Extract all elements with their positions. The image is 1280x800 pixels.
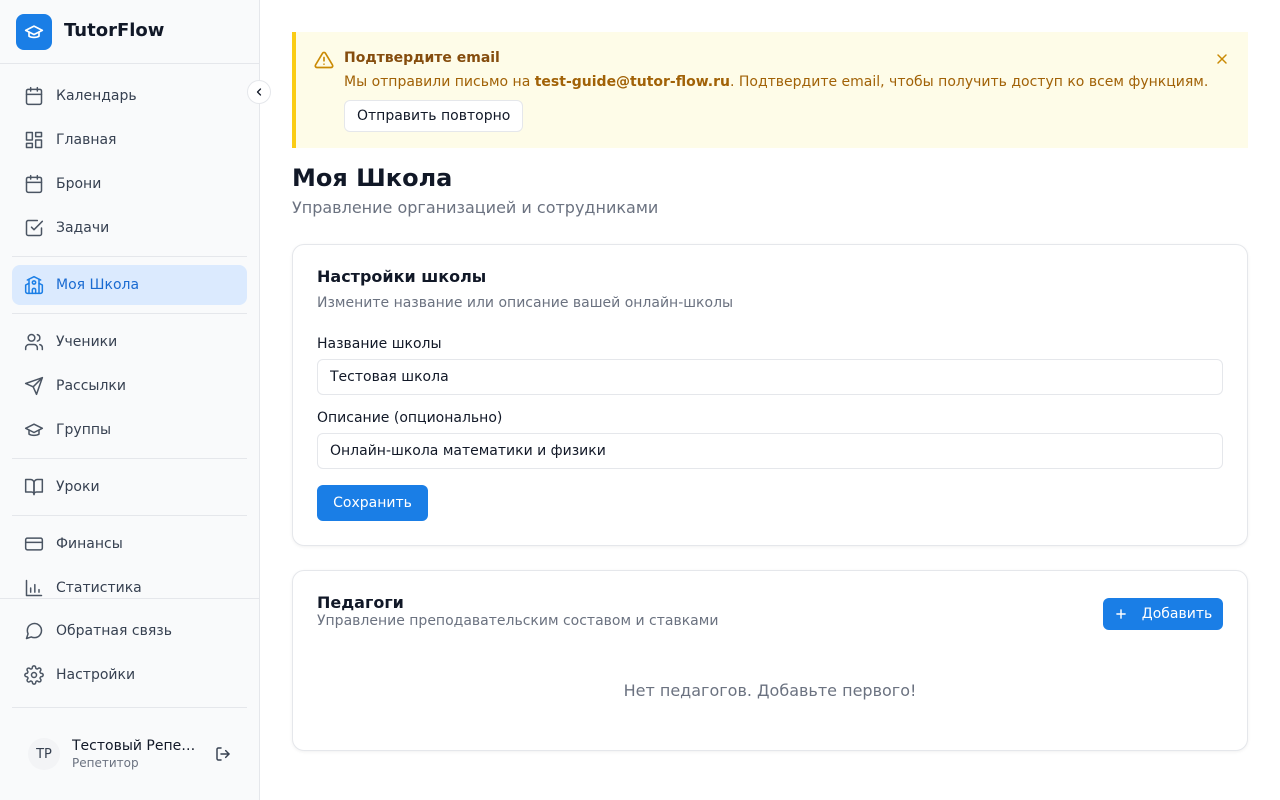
book-icon	[24, 477, 44, 497]
add-teacher-button[interactable]: Добавить	[1103, 598, 1223, 630]
sidebar-item-label: Уроки	[56, 479, 100, 495]
sidebar-item-finance[interactable]: Финансы	[12, 524, 247, 564]
alert-text-after: . Подтвердите email, чтобы получить дост…	[729, 74, 1209, 90]
sidebar-item-feedback[interactable]: Обратная связь	[12, 611, 247, 651]
plus-icon	[1115, 609, 1126, 619]
users-icon	[24, 332, 44, 352]
user-name: Тестовый Репетитор	[72, 738, 196, 754]
page-subtitle: Управление организацией и сотрудниками	[292, 198, 659, 217]
user-role: Репетитор	[72, 756, 139, 770]
checkbox-icon	[24, 218, 44, 238]
sidebar-item-statistics[interactable]: Статистика	[12, 568, 247, 608]
card-title: Педагоги	[317, 593, 404, 612]
sidebar-item-label: Группы	[56, 422, 112, 438]
school-name-label: Название школы	[317, 336, 442, 352]
calendar-icon	[24, 86, 44, 106]
school-description-label: Описание (опционально)	[317, 410, 503, 426]
sidebar-collapse-button[interactable]	[247, 80, 271, 104]
message-circle-icon	[24, 621, 44, 641]
sidebar-item-label: Рассылки	[56, 378, 126, 394]
page-title: Моя Школа	[292, 164, 453, 192]
avatar: ТР	[28, 738, 60, 770]
divider	[12, 313, 247, 314]
warning-icon	[314, 50, 334, 70]
dashboard-icon	[24, 130, 44, 150]
school-icon	[24, 275, 44, 295]
bar-chart-icon	[24, 578, 44, 598]
sidebar-item-label: Статистика	[56, 580, 142, 596]
sidebar-item-my-school[interactable]: Моя Школа	[12, 265, 247, 305]
sidebar-item-tasks[interactable]: Задачи	[12, 208, 247, 248]
card-title: Настройки школы	[317, 267, 487, 286]
divider	[0, 598, 259, 599]
alert-email: test-guide@tutor-flow.ru	[534, 74, 730, 90]
close-icon	[1217, 54, 1227, 64]
calendar-icon	[24, 174, 44, 194]
sidebar: TutorFlow Календарь Главная Брони Задачи…	[0, 0, 260, 800]
sidebar-item-label: Ученики	[56, 334, 118, 350]
graduation-cap-icon	[24, 420, 44, 440]
brand: TutorFlow	[0, 0, 259, 64]
sidebar-item-label: Моя Школа	[56, 277, 140, 293]
user-profile: ТР Тестовый Репетитор Репетитор	[12, 708, 247, 800]
send-icon	[24, 376, 44, 396]
sidebar-item-label: Настройки	[56, 667, 136, 683]
school-settings-card: Настройки школы Измените название или оп…	[292, 244, 1248, 546]
teachers-card: Педагоги Управление преподавательским со…	[292, 570, 1248, 751]
divider	[12, 458, 247, 459]
divider	[12, 515, 247, 516]
card-description: Управление преподавательским составом и …	[317, 613, 719, 629]
sidebar-item-mailings[interactable]: Рассылки	[12, 366, 247, 406]
sidebar-item-calendar[interactable]: Календарь	[12, 76, 247, 116]
sidebar-item-groups[interactable]: Группы	[12, 410, 247, 450]
school-name-input[interactable]	[317, 359, 1223, 395]
logout-button[interactable]	[214, 745, 232, 763]
sidebar-item-label: Финансы	[56, 536, 123, 552]
sidebar-item-students[interactable]: Ученики	[12, 322, 247, 362]
main-content: Подтвердите email Мы отправили письмо на…	[260, 0, 1280, 800]
sidebar-item-label: Главная	[56, 132, 117, 148]
sidebar-item-bookings[interactable]: Брони	[12, 164, 247, 204]
gear-icon	[24, 665, 44, 685]
save-button[interactable]: Сохранить	[317, 485, 428, 521]
chevron-left-icon	[256, 88, 262, 96]
sidebar-item-label: Календарь	[56, 88, 137, 104]
sidebar-item-lessons[interactable]: Уроки	[12, 467, 247, 507]
sidebar-item-label: Брони	[56, 176, 102, 192]
alert-title: Подтвердите email	[344, 50, 500, 66]
empty-state-text: Нет педагогов. Добавьте первого!	[623, 681, 917, 700]
credit-card-icon	[24, 534, 44, 554]
card-description: Измените название или описание вашей онл…	[317, 295, 734, 311]
add-button-label: Добавить	[1141, 606, 1213, 622]
divider	[12, 256, 247, 257]
logout-icon	[216, 747, 230, 761]
sidebar-item-label: Обратная связь	[56, 623, 172, 639]
sidebar-item-label: Задачи	[56, 220, 110, 236]
alert-text-before: Мы отправили письмо на	[344, 74, 535, 90]
sidebar-item-home[interactable]: Главная	[12, 120, 247, 160]
sidebar-item-settings[interactable]: Настройки	[12, 655, 247, 695]
app-name: TutorFlow	[64, 20, 165, 41]
school-description-input[interactable]	[317, 433, 1223, 469]
resend-button[interactable]: Отправить повторно	[344, 100, 524, 132]
close-alert-button[interactable]	[1212, 49, 1232, 69]
graduation-cap-icon	[16, 14, 52, 50]
alert-message: Мы отправили письмо на test-guide@tutor-…	[344, 74, 1208, 90]
email-verification-alert: Подтвердите email Мы отправили письмо на…	[292, 32, 1248, 148]
